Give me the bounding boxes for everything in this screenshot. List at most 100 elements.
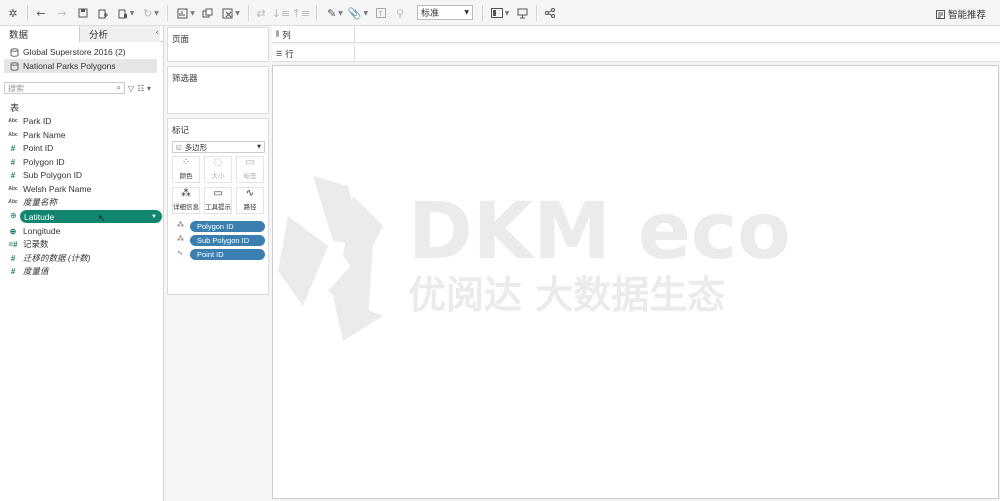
- pill-point-id[interactable]: Point ID: [190, 249, 265, 260]
- tableau-logo-icon[interactable]: ✲: [6, 4, 20, 22]
- filters-card[interactable]: 筛选器: [167, 66, 269, 114]
- tab-analysis[interactable]: 分析: [80, 26, 160, 42]
- field-park-id[interactable]: Abc Park ID: [8, 115, 51, 127]
- field-longitude[interactable]: ⊕ Longitude: [8, 225, 61, 237]
- number-type-icon: #: [10, 157, 16, 167]
- columns-icon: ⫼: [276, 30, 280, 38]
- string-type-icon: Abc: [8, 118, 18, 124]
- filter-icon[interactable]: ▽: [128, 84, 134, 93]
- search-placeholder: 搜索: [8, 83, 24, 93]
- field-park-name[interactable]: Abc Park Name: [8, 129, 65, 141]
- path-icon: ∿: [245, 188, 255, 199]
- field-welsh-park-name[interactable]: Abc Welsh Park Name: [8, 183, 91, 195]
- field-measure-values[interactable]: # 度量值: [8, 265, 49, 277]
- color-button[interactable]: ⁘ 颜色: [172, 156, 200, 183]
- label-button[interactable]: ▭ 标签: [236, 156, 264, 183]
- redo-icon[interactable]: →: [55, 4, 69, 22]
- datasource-item-selected[interactable]: National Parks Polygons: [4, 59, 157, 73]
- presentation-mode-icon[interactable]: [515, 4, 529, 22]
- field-latitude-selected[interactable]: Latitude ▼: [20, 210, 162, 223]
- datasource-name: Global Superstore 2016 (2): [23, 47, 126, 57]
- label-icon: ▭: [245, 157, 255, 168]
- share-icon[interactable]: [543, 4, 557, 22]
- field-record-count[interactable]: =# 记录数: [8, 238, 48, 250]
- show-cards-icon[interactable]: ▼: [489, 4, 511, 22]
- recommendations-icon: [935, 9, 945, 19]
- highlight-icon[interactable]: ✎ ▼: [324, 4, 346, 22]
- fit-value: 标准: [421, 9, 440, 19]
- tab-data[interactable]: 数据: [0, 26, 80, 42]
- view-options-icon[interactable]: ☷ ▾: [137, 84, 151, 93]
- smart-recommendations-button[interactable]: 智能推荐: [935, 7, 986, 21]
- field-label: Latitude: [24, 211, 55, 222]
- pill-polygon-id[interactable]: Polygon ID: [190, 221, 265, 232]
- swap-rows-columns-icon[interactable]: ⇄: [254, 4, 268, 22]
- detail-icon: ⁂: [177, 235, 184, 243]
- datasource-name: National Parks Polygons: [23, 61, 116, 71]
- columns-shelf[interactable]: ⫼ 列: [272, 26, 1000, 43]
- pages-title: 页面: [172, 35, 190, 45]
- pill-sub-polygon-id[interactable]: Sub Polygon ID: [190, 235, 265, 246]
- sort-descending-icon[interactable]: ↑≡: [292, 4, 310, 22]
- duplicate-sheet-icon[interactable]: [200, 4, 214, 22]
- field-search-row: 搜索 ⌕ ▽ ☷ ▾: [4, 82, 160, 94]
- tooltip-button[interactable]: ▭ 工具提示: [204, 187, 232, 214]
- field-label: 度量名称: [23, 197, 58, 207]
- new-datasource-icon[interactable]: [96, 4, 110, 22]
- size-button[interactable]: ◌ 大小: [204, 156, 232, 183]
- field-label: Point ID: [23, 143, 54, 153]
- watermark-brand: DKM eco: [408, 187, 791, 277]
- fit-dropdown[interactable]: 标准 ▼: [417, 5, 473, 20]
- calc-number-icon: =#: [8, 239, 18, 249]
- button-label: 详细信息: [173, 203, 199, 211]
- datasource-item[interactable]: Global Superstore 2016 (2): [0, 45, 163, 59]
- columns-label: 列: [282, 30, 291, 41]
- show-labels-icon[interactable]: T: [374, 4, 388, 22]
- path-button[interactable]: ∿ 路径: [236, 187, 264, 214]
- new-worksheet-icon[interactable]: ▼: [174, 4, 198, 22]
- rows-label: 行: [285, 49, 294, 60]
- pages-card[interactable]: 页面: [167, 27, 269, 62]
- button-label: 颜色: [179, 172, 193, 180]
- detail-icon: ⁂: [181, 188, 191, 199]
- marks-title: 标记: [172, 126, 190, 136]
- rows-shelf[interactable]: ☰ 行: [272, 45, 1000, 62]
- field-label: Sub Polygon ID: [23, 170, 83, 180]
- collapse-pane-icon[interactable]: ‹: [155, 28, 159, 38]
- field-polygon-id[interactable]: # Polygon ID: [8, 156, 65, 168]
- view-canvas[interactable]: DKM eco 优阅达 大数据生态: [272, 65, 999, 499]
- data-pane: 数据 分析 ‹ Global Superstore 2016 (2) Natio…: [0, 26, 164, 501]
- datasource-icon: [10, 61, 19, 71]
- field-sub-polygon-id[interactable]: # Sub Polygon ID: [8, 169, 82, 181]
- undo-icon[interactable]: ←: [34, 4, 48, 22]
- detail-button[interactable]: ⁂ 详细信息: [172, 187, 200, 214]
- field-point-id[interactable]: # Point ID: [8, 142, 53, 154]
- pin-axes-icon[interactable]: ⚲: [393, 4, 407, 22]
- cards-column: 页面 筛选器 标记 ◱ 多边形 ▼ ⁘ 颜色 ◌ 大小 ▭ 标签 ⁂ 详细信息 ▭ 工具提…: [164, 26, 271, 501]
- svg-text:T: T: [378, 10, 384, 18]
- chevron-down-icon[interactable]: ▼: [151, 214, 157, 220]
- size-icon: ◌: [213, 157, 223, 168]
- filters-title: 筛选器: [172, 74, 198, 84]
- save-icon[interactable]: [76, 4, 90, 22]
- smart-label: 智能推荐: [947, 10, 986, 21]
- marks-card: 标记 ◱ 多边形 ▼ ⁘ 颜色 ◌ 大小 ▭ 标签 ⁂ 详细信息 ▭ 工具提示 ∿ 路径 ⁂…: [167, 118, 269, 295]
- button-label: 工具提示: [205, 203, 231, 211]
- group-icon[interactable]: 📎 ▼: [348, 4, 368, 22]
- pause-updates-icon[interactable]: ▼: [116, 4, 136, 22]
- mark-type-dropdown[interactable]: ◱ 多边形 ▼: [172, 141, 265, 153]
- button-label: 大小: [211, 172, 225, 180]
- globe-icon: ⊕: [10, 211, 17, 220]
- string-type-icon: Abc: [8, 132, 18, 138]
- clear-sheet-icon[interactable]: ▼: [220, 4, 242, 22]
- field-migrated-count[interactable]: # 迁移的数据 (计数): [8, 252, 91, 264]
- field-label: Polygon ID: [23, 157, 65, 167]
- sort-ascending-icon[interactable]: ↓≡: [272, 4, 290, 22]
- field-measure-names[interactable]: Abc 度量名称: [8, 196, 57, 208]
- field-label: 迁移的数据 (计数): [23, 253, 91, 263]
- refresh-icon[interactable]: ↻ ▼: [141, 4, 161, 22]
- columns-shelf-label: ⫼ 列: [272, 26, 355, 43]
- datasource-icon: [10, 47, 19, 57]
- search-input[interactable]: 搜索 ⌕: [4, 82, 125, 94]
- data-pane-tabs: 数据 分析 ‹: [0, 26, 163, 42]
